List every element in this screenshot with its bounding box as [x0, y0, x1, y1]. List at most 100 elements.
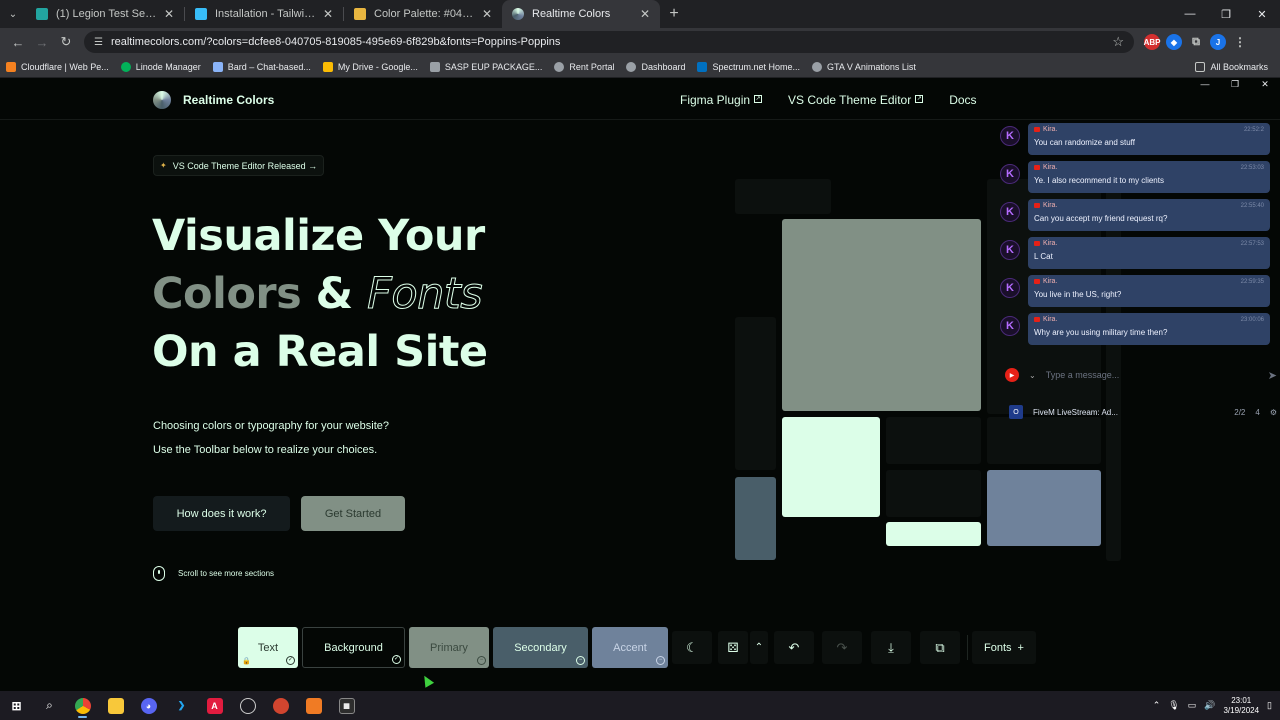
tab-tailwind-installation[interactable]: Installation - Tailwind CSS ✕ [185, 0, 343, 28]
new-tab-plus-icon[interactable]: + [660, 0, 688, 28]
orange-app-icon[interactable] [297, 691, 330, 720]
bookmark-linode[interactable]: Linode Manager [120, 61, 201, 72]
chat-message: K Kira. 22:55:40 Can you accept my frien… [997, 199, 1270, 231]
chevron-up-icon[interactable]: ⌃ [750, 631, 768, 664]
fonts-button[interactable]: Fonts + [972, 631, 1036, 664]
chrome-icon[interactable] [66, 691, 99, 720]
minimize-icon[interactable]: — [1190, 79, 1220, 95]
system-clock[interactable]: 23:01 3/19/2024 [1223, 696, 1259, 716]
discord-icon[interactable]: ◕ [132, 691, 165, 720]
tab-close-icon[interactable]: ✕ [482, 7, 492, 21]
chat-author: Kira. [1034, 316, 1264, 323]
bookmark-gta-animations[interactable]: GTA V Animations List [812, 61, 916, 72]
chat-window-controls: — ❐ ✕ [997, 79, 1280, 95]
calculator-icon[interactable]: ▦ [330, 691, 363, 720]
windows-start-icon[interactable]: ⊞ [0, 691, 33, 720]
tray-overflow-chevron-icon[interactable]: ⌃ [1153, 700, 1161, 711]
file-explorer-icon[interactable] [99, 691, 132, 720]
save-palette-icon[interactable]: ⧉ [920, 631, 960, 664]
close-icon[interactable]: ✕ [1250, 79, 1280, 95]
viewer-count: 4 [1255, 407, 1260, 417]
red-app-icon[interactable] [264, 691, 297, 720]
chat-time: 22:52:2 [1243, 127, 1264, 133]
close-window-icon[interactable]: ✕ [1244, 0, 1280, 28]
chat-bubble: Kira. 22:59:35 You live in the US, right… [1028, 275, 1270, 307]
logo-icon [153, 91, 171, 109]
extensions-puzzle-icon[interactable]: ⧉ [1188, 34, 1204, 50]
accent-color-label: Accent [613, 641, 647, 654]
chat-message-input[interactable]: Type a message... [1046, 370, 1120, 380]
dark-mode-toggle-moon-icon[interactable]: ☾ [672, 631, 712, 664]
restore-icon[interactable]: ❐ [1208, 0, 1244, 28]
tab-close-icon[interactable]: ✕ [640, 7, 650, 21]
all-bookmarks[interactable]: All Bookmarks [1195, 61, 1268, 72]
search-icon[interactable]: ⌕ [33, 691, 66, 720]
volume-icon[interactable]: 🔊 [1204, 700, 1215, 711]
site-info-icon[interactable]: ☰ [94, 37, 103, 48]
gear-icon[interactable]: ⚙ [1270, 408, 1277, 417]
restore-icon[interactable]: ❐ [1220, 79, 1250, 95]
tab-realtime-colors[interactable]: Realtime Colors ✕ [502, 0, 660, 28]
microphone-icon[interactable]: 🎙 [1168, 700, 1179, 711]
bookmark-label: Spectrum.net Home... [712, 61, 801, 72]
bookmark-sasp[interactable]: SASP EUP PACKAGE... [429, 61, 542, 72]
redo-icon[interactable]: ↷ [822, 631, 862, 664]
bookmark-label: Bard – Chat-based... [227, 61, 311, 72]
chat-time: 23:00:06 [1240, 317, 1264, 323]
network-icon[interactable]: ▭ [1188, 700, 1197, 711]
badge-text: VS Code Theme Editor Released → [172, 160, 318, 171]
lock-icon[interactable]: 🔒 [242, 657, 251, 665]
bookmark-star-icon[interactable]: ☆ [1112, 34, 1124, 50]
bookmark-google-drive[interactable]: My Drive - Google... [322, 61, 418, 72]
address-bar[interactable]: ☰ realtimecolors.com/?colors=dcfee8-0407… [84, 31, 1134, 53]
cloud-icon [6, 61, 16, 72]
tab-label: Color Palette: #040D12 #183D3 [374, 8, 476, 20]
youtube-icon[interactable]: ▶ [1005, 368, 1019, 382]
back-arrow-icon[interactable]: ← [6, 30, 30, 54]
nav-vscode-theme-editor[interactable]: VS Code Theme Editor ↗ [788, 93, 924, 107]
adblock-extension-icon[interactable]: ABP [1144, 34, 1160, 50]
bookmark-bard[interactable]: Bard – Chat-based... [212, 61, 311, 72]
chevron-down-icon[interactable]: ⌄ [1029, 371, 1036, 380]
decor-block-secondary [735, 477, 776, 560]
tab-legion-test-server[interactable]: (1) Legion Test Server - Live Co ✕ [26, 0, 184, 28]
tab-favicon-icon [195, 8, 207, 20]
export-download-icon[interactable]: ⤓ [871, 631, 911, 664]
bookmark-rent-portal[interactable]: Rent Portal [554, 61, 614, 72]
secondary-color-button[interactable]: Secondary − [493, 627, 588, 668]
tab-close-icon[interactable]: ✕ [323, 7, 333, 21]
notifications-icon[interactable]: ▯ [1267, 700, 1272, 711]
send-icon[interactable]: ➤ [1268, 369, 1277, 382]
bookmark-dashboard[interactable]: Dashboard [626, 61, 685, 72]
undo-icon[interactable]: ↶ [774, 631, 814, 664]
text-color-button[interactable]: Text 🔒 ✓ [238, 627, 298, 668]
primary-color-button[interactable]: Primary − [409, 627, 489, 668]
avatar: K [1000, 202, 1020, 222]
bookmark-spectrum[interactable]: Spectrum.net Home... [697, 61, 801, 72]
blue-extension-icon[interactable]: ◆ [1166, 34, 1182, 50]
vscode-icon[interactable]: ❯ [165, 691, 198, 720]
tab-close-icon[interactable]: ✕ [164, 7, 174, 21]
randomize-dice-icon[interactable]: ⚄ [718, 631, 748, 664]
announcement-badge[interactable]: ✦ VS Code Theme Editor Released → [153, 155, 325, 176]
tab-search-chevron-icon[interactable]: ⌄ [0, 0, 26, 28]
minimize-icon[interactable]: — [1172, 0, 1208, 28]
accent-color-button[interactable]: Accent − [592, 627, 668, 668]
forward-arrow-icon[interactable]: → [30, 30, 54, 54]
background-color-button[interactable]: Background ✓ [302, 627, 405, 668]
nav-figma-plugin[interactable]: Figma Plugin ↗ [680, 93, 763, 107]
nav-docs[interactable]: Docs [949, 93, 976, 107]
how-does-it-work-button[interactable]: How does it work? [153, 496, 290, 531]
bookmark-cloudflare[interactable]: Cloudflare | Web Pe... [6, 61, 109, 72]
reload-icon[interactable]: ↻ [54, 30, 78, 54]
get-started-button[interactable]: Get Started [301, 496, 405, 531]
obs-icon[interactable] [231, 691, 264, 720]
profile-avatar-icon[interactable]: J [1210, 34, 1226, 50]
youtube-icon [1034, 241, 1040, 246]
site-nav-links: Figma Plugin ↗ VS Code Theme Editor ↗ Docs [680, 93, 1003, 107]
tab-color-palette[interactable]: Color Palette: #040D12 #183D3 ✕ [344, 0, 502, 28]
folder-icon [1195, 61, 1206, 72]
site-logo[interactable]: Realtime Colors [153, 91, 274, 109]
kebab-menu-icon[interactable]: ⋮ [1232, 34, 1248, 50]
app-a-icon[interactable]: A [198, 691, 231, 720]
